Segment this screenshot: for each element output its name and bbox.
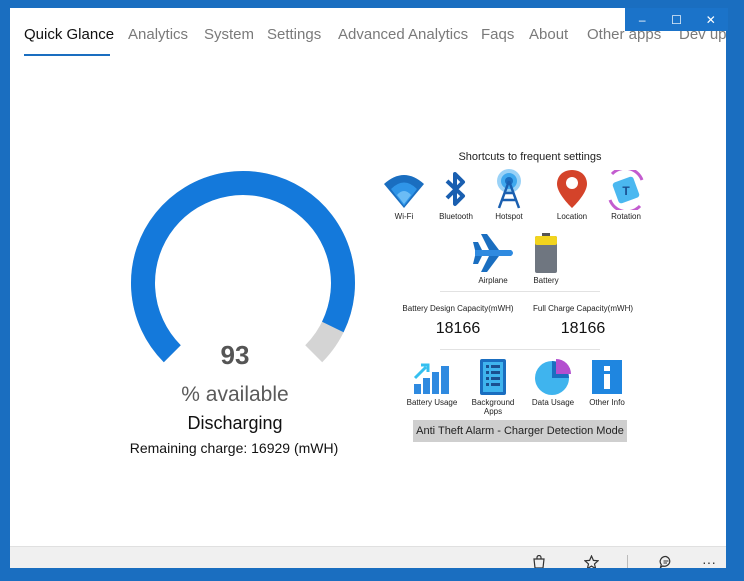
divider	[440, 349, 600, 350]
rotation-label: Rotation	[611, 212, 641, 221]
shortcuts-title: Shortcuts to frequent settings	[458, 151, 602, 163]
battery-usage-label: Battery Usage	[406, 398, 458, 407]
battery-status: Discharging	[187, 413, 283, 433]
active-tab-indicator	[24, 54, 110, 56]
gauge-fill	[131, 171, 355, 363]
star-icon[interactable]	[582, 553, 600, 568]
background-apps-label: Background Apps	[471, 398, 515, 416]
bluetooth-shortcut[interactable]: Bluetooth	[426, 170, 486, 221]
tab-advanced-analytics[interactable]: Advanced Analytics	[338, 26, 468, 43]
remaining-charge: Remaining charge: 16929 (mWH)	[129, 440, 339, 456]
tab-quick-glance[interactable]: Quick Glance	[24, 26, 114, 43]
hotspot-label: Hotspot	[495, 212, 523, 221]
battery-shortcut[interactable]: Battery	[516, 232, 576, 285]
bottom-toolbar: ···	[10, 546, 726, 568]
toolbar-divider	[627, 555, 628, 568]
airplane-icon	[473, 234, 513, 272]
other-info-label: Other Info	[589, 398, 625, 407]
feedback-icon[interactable]	[657, 553, 675, 568]
other-info-button[interactable]: Other Info	[577, 358, 637, 407]
wifi-icon	[384, 175, 424, 208]
hotspot-icon	[497, 169, 521, 209]
rotation-shortcut[interactable]: T Rotation	[596, 170, 656, 221]
wifi-label: Wi-Fi	[394, 212, 414, 221]
app-window: Quick Glance Analytics System Settings A…	[10, 8, 726, 568]
background-apps-icon	[480, 359, 506, 395]
data-usage-button[interactable]: Data Usage	[523, 358, 583, 407]
more-icon[interactable]: ···	[700, 553, 718, 568]
battery-label: Battery	[533, 276, 559, 285]
tab-about[interactable]: About	[529, 26, 568, 43]
bluetooth-icon	[445, 172, 465, 206]
tab-analytics[interactable]: Analytics	[128, 26, 188, 43]
full-charge-capacity-value: 18166	[560, 320, 606, 337]
location-icon	[557, 170, 587, 208]
info-icon	[592, 360, 622, 394]
minimize-button[interactable]: –	[625, 8, 659, 31]
percent-available-label: % available	[181, 383, 289, 406]
battery-percent: 93	[220, 340, 250, 370]
data-usage-label: Data Usage	[531, 398, 575, 407]
battery-usage-icon	[413, 363, 449, 394]
anti-theft-alarm-button[interactable]: Anti Theft Alarm - Charger Detection Mod…	[413, 420, 627, 442]
divider	[440, 291, 600, 292]
location-shortcut[interactable]: Location	[542, 168, 602, 221]
airplane-shortcut[interactable]: Airplane	[463, 232, 523, 285]
full-charge-capacity-label: Full Charge Capacity(mWH)	[532, 304, 634, 313]
location-label: Location	[556, 212, 588, 221]
bluetooth-label: Bluetooth	[439, 212, 473, 221]
airplane-label: Airplane	[478, 276, 508, 285]
maximize-button[interactable]: ☐	[659, 8, 693, 31]
battery-usage-button[interactable]: Battery Usage	[402, 358, 462, 407]
bag-icon[interactable]	[530, 553, 548, 568]
tab-settings[interactable]: Settings	[267, 26, 321, 43]
data-usage-icon	[535, 359, 571, 395]
design-capacity-label: Battery Design Capacity(mWH)	[402, 304, 514, 313]
tab-system[interactable]: System	[204, 26, 254, 43]
window-controls: – ☐ ✕	[625, 8, 728, 31]
svg-text:T: T	[622, 184, 630, 198]
tab-faqs[interactable]: Faqs	[481, 26, 514, 43]
close-button[interactable]: ✕	[694, 8, 728, 31]
background-apps-button[interactable]: Background Apps	[463, 358, 523, 416]
design-capacity-value: 18166	[435, 320, 481, 337]
wifi-shortcut[interactable]: Wi-Fi	[374, 170, 434, 221]
battery-icon	[535, 233, 557, 273]
hotspot-shortcut[interactable]: Hotspot	[479, 168, 539, 221]
rotation-icon: T	[608, 170, 644, 210]
